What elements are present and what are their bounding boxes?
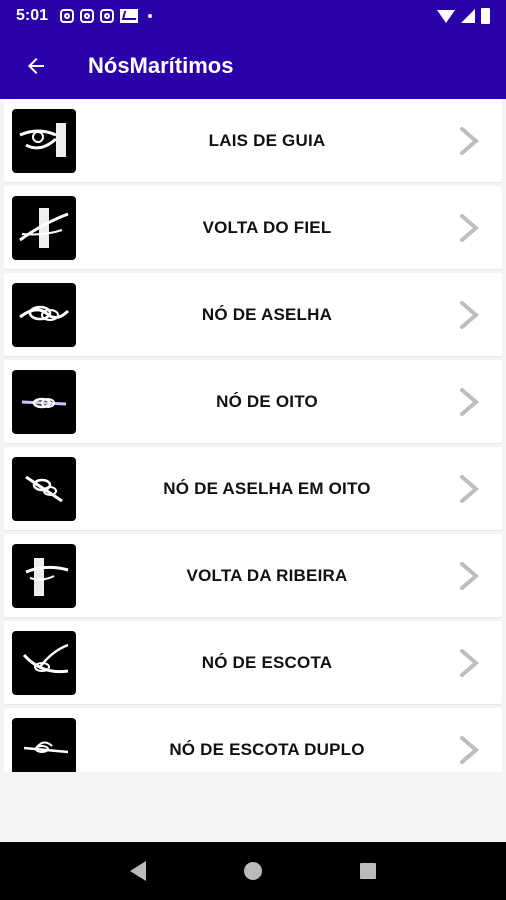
instagram-icon (100, 9, 115, 23)
chevron-right-icon (458, 126, 502, 156)
knot-thumbnail (12, 195, 76, 260)
knot-thumbnail (12, 369, 76, 434)
knot-thumbnail (12, 108, 76, 173)
knot-name: NÓ DE ASELHA EM OITO (163, 478, 371, 498)
nav-home-button[interactable] (223, 851, 283, 891)
chevron-right-icon (458, 648, 502, 678)
status-time: 5:01 (16, 7, 49, 24)
gmail-icon (120, 9, 139, 23)
knot-name: NÓ DE ASELHA (201, 304, 333, 324)
system-navigation-bar (0, 842, 506, 900)
list-item[interactable]: NÓ DE ESCOTA DUPLO (4, 708, 502, 772)
wifi-icon (437, 9, 455, 23)
status-bar: 5:01 (0, 0, 506, 32)
list-item[interactable]: LAIS DE GUIA (4, 99, 502, 182)
triangle-back-icon (129, 861, 146, 881)
list-item[interactable]: NÓ DE OITO (4, 360, 502, 443)
chevron-right-icon (458, 735, 502, 765)
chevron-right-icon (458, 300, 502, 330)
chevron-right-icon (458, 387, 502, 417)
back-button[interactable] (20, 50, 52, 82)
knot-thumbnail (12, 456, 76, 521)
knot-name: VOLTA DA RIBEIRA (186, 565, 348, 585)
instagram-icon (60, 9, 75, 23)
chevron-right-icon (458, 474, 502, 504)
battery-icon (481, 8, 490, 24)
knot-thumbnail (12, 543, 76, 608)
more-notifications-dot-icon (148, 14, 153, 18)
knot-name: NÓ DE ESCOTA DUPLO (169, 739, 365, 759)
list-item[interactable]: VOLTA DO FIEL (4, 186, 502, 269)
app-bar: NósMarítimos (0, 32, 506, 99)
knot-thumbnail (12, 630, 76, 695)
knot-name: NÓ DE ESCOTA (201, 652, 333, 672)
list-item[interactable]: VOLTA DA RIBEIRA (4, 534, 502, 617)
chevron-right-icon (458, 213, 502, 243)
chevron-right-icon (458, 561, 502, 591)
square-recents-icon (360, 863, 377, 879)
list-item[interactable]: NÓ DE ESCOTA (4, 621, 502, 704)
knot-thumbnail (12, 282, 76, 347)
arrow-left-icon (28, 57, 44, 74)
list-item[interactable]: NÓ DE ASELHA EM OITO (4, 447, 502, 530)
knot-list[interactable]: LAIS DE GUIA VOLTA DO FIEL NÓ DE ASELHA (4, 99, 502, 772)
notification-icons (60, 9, 153, 23)
page-title: NósMarítimos (88, 52, 234, 78)
system-icons (437, 8, 490, 24)
knot-name: VOLTA DO FIEL (202, 217, 332, 237)
knot-name: NÓ DE OITO (216, 391, 318, 411)
cell-signal-icon (461, 9, 475, 23)
knot-thumbnail (12, 717, 76, 772)
circle-home-icon (243, 862, 262, 880)
knot-name: LAIS DE GUIA (208, 130, 326, 150)
nav-back-button[interactable] (108, 851, 168, 891)
nav-recents-button[interactable] (338, 851, 398, 891)
list-item[interactable]: NÓ DE ASELHA (4, 273, 502, 356)
instagram-icon (80, 9, 95, 23)
